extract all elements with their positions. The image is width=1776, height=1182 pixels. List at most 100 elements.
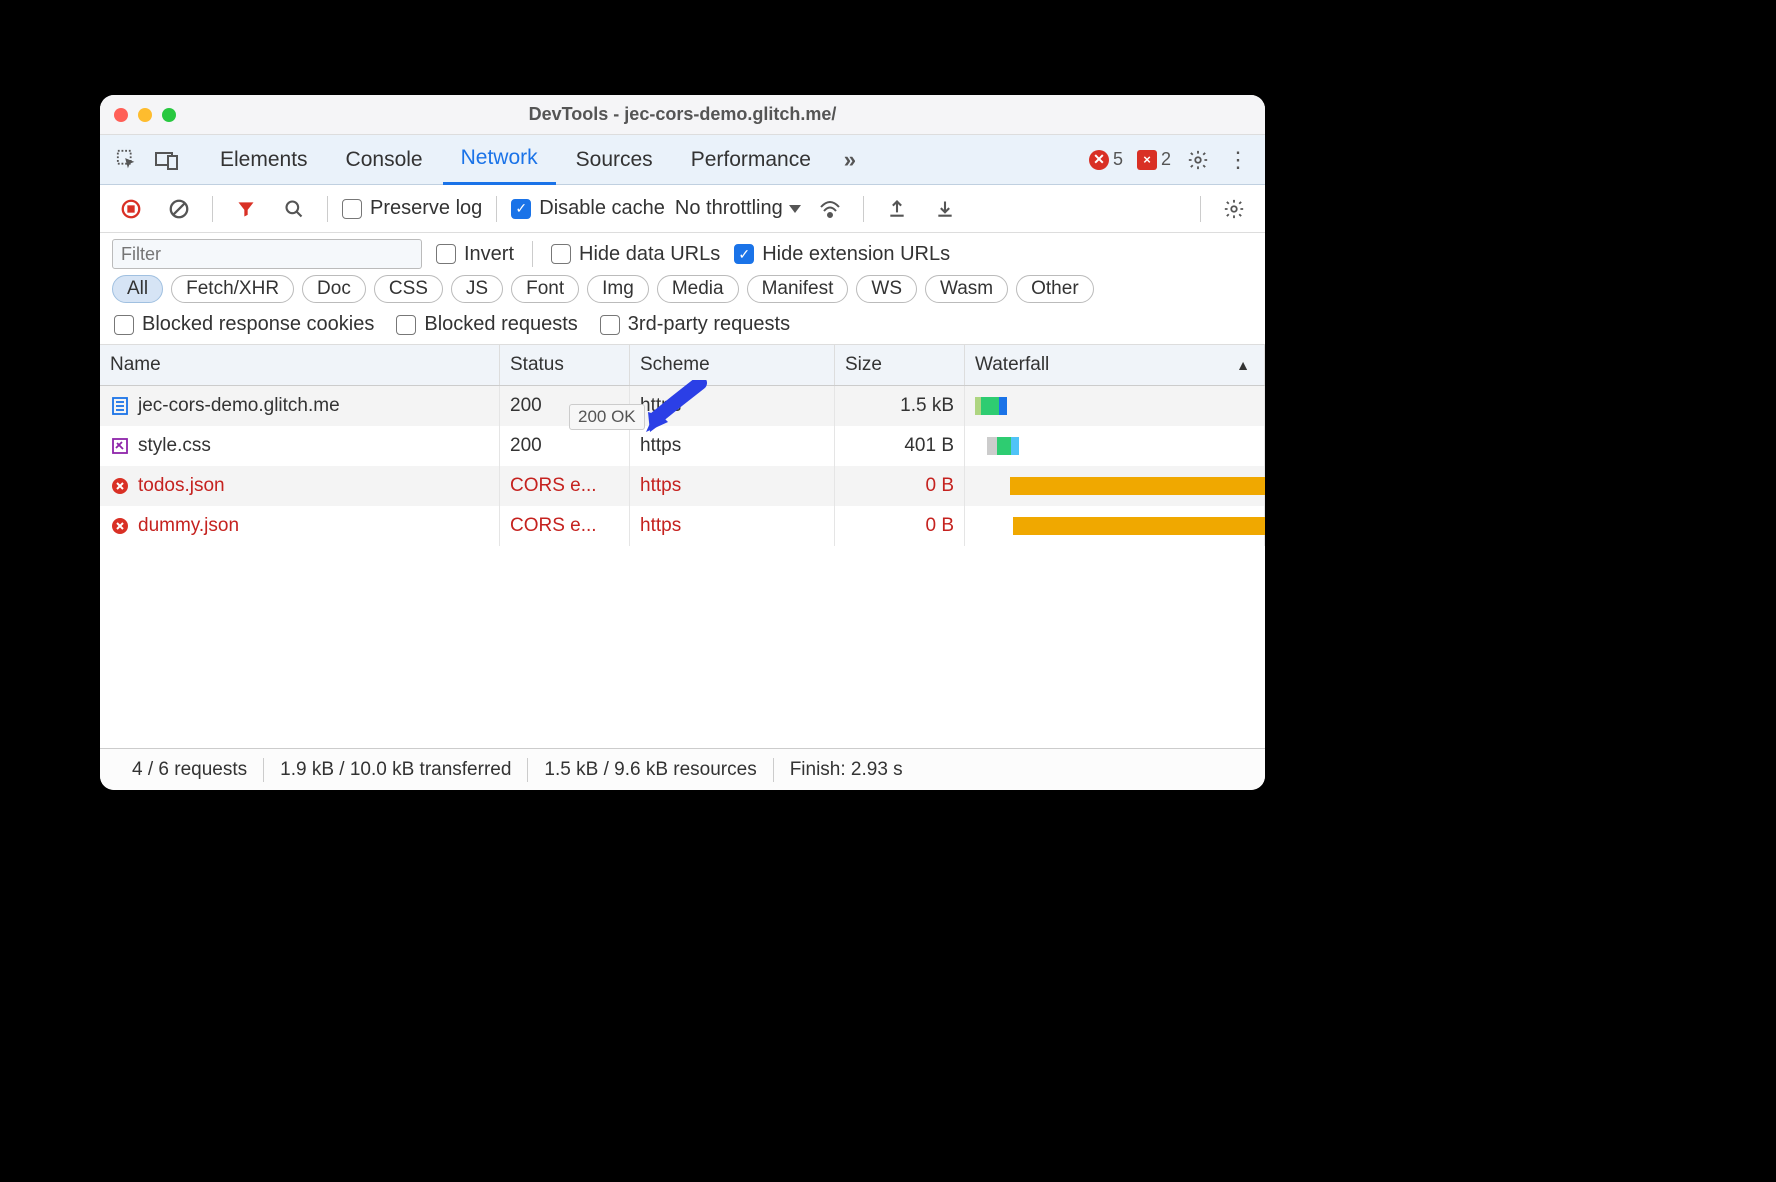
- chip-font[interactable]: Font: [511, 275, 579, 303]
- checkbox-icon: [396, 315, 416, 335]
- import-har-icon[interactable]: [926, 190, 964, 228]
- divider: [532, 241, 533, 267]
- column-status[interactable]: Status: [500, 345, 630, 385]
- divider: [863, 196, 864, 222]
- issue-icon: ×: [1137, 150, 1157, 170]
- clear-button[interactable]: [160, 190, 198, 228]
- maximize-window-button[interactable]: [162, 108, 176, 122]
- tab-elements[interactable]: Elements: [202, 135, 326, 185]
- panel-tabs: Elements Console Network Sources Perform…: [100, 135, 1265, 185]
- row-name: jec-cors-demo.glitch.me: [138, 395, 340, 417]
- chip-img[interactable]: Img: [587, 275, 649, 303]
- row-name: dummy.json: [138, 515, 239, 537]
- filter-row: Invert Hide data URLs ✓ Hide extension U…: [100, 233, 1265, 275]
- column-name[interactable]: Name: [100, 345, 500, 385]
- inspect-element-icon[interactable]: [108, 141, 146, 179]
- record-button[interactable]: [112, 190, 150, 228]
- tab-console[interactable]: Console: [328, 135, 441, 185]
- column-waterfall[interactable]: Waterfall▲: [965, 345, 1265, 385]
- filter-icon[interactable]: [227, 190, 265, 228]
- column-size[interactable]: Size: [835, 345, 965, 385]
- chip-wasm[interactable]: Wasm: [925, 275, 1008, 303]
- waterfall-bar: [987, 437, 997, 455]
- tab-network[interactable]: Network: [443, 135, 556, 185]
- hide-data-urls-label: Hide data URLs: [579, 243, 720, 266]
- error-count: 5: [1113, 149, 1123, 170]
- export-har-icon[interactable]: [878, 190, 916, 228]
- third-party-label: 3rd-party requests: [628, 313, 790, 336]
- settings-icon[interactable]: [1179, 141, 1217, 179]
- minimize-window-button[interactable]: [138, 108, 152, 122]
- chip-other[interactable]: Other: [1016, 275, 1094, 303]
- status-finish: Finish: 2.93 s: [774, 759, 919, 781]
- titlebar: DevTools - jec-cors-demo.glitch.me/: [100, 95, 1265, 135]
- traffic-lights: [114, 108, 176, 122]
- error-badge[interactable]: ✕ 5: [1089, 149, 1123, 170]
- status-transferred: 1.9 kB / 10.0 kB transferred: [264, 759, 527, 781]
- row-status: 200: [500, 426, 630, 466]
- blocked-cookies-checkbox[interactable]: Blocked response cookies: [114, 313, 374, 336]
- row-waterfall: [965, 386, 1265, 426]
- panel-settings-icon[interactable]: [1215, 190, 1253, 228]
- hide-data-urls-checkbox[interactable]: Hide data URLs: [551, 243, 720, 266]
- throttling-select[interactable]: No throttling: [675, 197, 801, 220]
- close-window-button[interactable]: [114, 108, 128, 122]
- chip-js[interactable]: JS: [451, 275, 503, 303]
- device-toggle-icon[interactable]: [148, 141, 186, 179]
- stylesheet-icon: [110, 436, 130, 456]
- checkbox-icon: [114, 315, 134, 335]
- tab-performance[interactable]: Performance: [673, 135, 829, 185]
- chip-doc[interactable]: Doc: [302, 275, 366, 303]
- waterfall-bar: [981, 397, 999, 415]
- divider: [496, 196, 497, 222]
- annotation-arrow-icon: [638, 380, 708, 435]
- status-bar: 4 / 6 requests 1.9 kB / 10.0 kB transfer…: [100, 748, 1265, 790]
- tab-sources[interactable]: Sources: [558, 135, 671, 185]
- network-toolbar: Preserve log ✓ Disable cache No throttli…: [100, 185, 1265, 233]
- chip-fetch-xhr[interactable]: Fetch/XHR: [171, 275, 294, 303]
- blocked-requests-checkbox[interactable]: Blocked requests: [396, 313, 577, 336]
- status-requests: 4 / 6 requests: [116, 759, 263, 781]
- table-row[interactable]: todos.json CORS e... https 0 B: [100, 466, 1265, 506]
- chip-css[interactable]: CSS: [374, 275, 443, 303]
- row-scheme: https: [630, 506, 835, 546]
- column-scheme[interactable]: Scheme: [630, 345, 835, 385]
- error-icon: [110, 516, 130, 536]
- chip-media[interactable]: Media: [657, 275, 739, 303]
- status-resources: 1.5 kB / 9.6 kB resources: [528, 759, 772, 781]
- chip-all[interactable]: All: [112, 275, 163, 303]
- checkbox-checked-icon: ✓: [511, 199, 531, 219]
- preserve-log-label: Preserve log: [370, 197, 482, 220]
- invert-checkbox[interactable]: Invert: [436, 243, 514, 266]
- chip-manifest[interactable]: Manifest: [747, 275, 849, 303]
- checkbox-icon: [342, 199, 362, 219]
- issue-badge[interactable]: × 2: [1137, 149, 1171, 170]
- hide-ext-urls-label: Hide extension URLs: [762, 243, 950, 266]
- table-row[interactable]: dummy.json CORS e... https 0 B: [100, 506, 1265, 546]
- search-icon[interactable]: [275, 190, 313, 228]
- checkbox-icon: [551, 244, 571, 264]
- throttling-value: No throttling: [675, 197, 783, 220]
- waterfall-bar: [1011, 437, 1019, 455]
- third-party-checkbox[interactable]: 3rd-party requests: [600, 313, 790, 336]
- checkbox-checked-icon: ✓: [734, 244, 754, 264]
- disable-cache-checkbox[interactable]: ✓ Disable cache: [511, 197, 665, 220]
- row-waterfall: [965, 466, 1265, 506]
- preserve-log-checkbox[interactable]: Preserve log: [342, 197, 482, 220]
- divider: [1200, 196, 1201, 222]
- hide-extension-urls-checkbox[interactable]: ✓ Hide extension URLs: [734, 243, 950, 266]
- waterfall-bar: [997, 437, 1011, 455]
- chip-ws[interactable]: WS: [856, 275, 917, 303]
- blocked-cookies-label: Blocked response cookies: [142, 313, 374, 336]
- row-name: todos.json: [138, 475, 225, 497]
- kebab-menu-icon[interactable]: ⋮: [1219, 141, 1257, 179]
- checkbox-icon: [436, 244, 456, 264]
- issue-count: 2: [1161, 149, 1171, 170]
- network-conditions-icon[interactable]: [811, 190, 849, 228]
- row-size: 0 B: [835, 466, 965, 506]
- filter-input[interactable]: [112, 239, 422, 269]
- row-status: CORS e...: [500, 466, 630, 506]
- document-icon: [110, 396, 130, 416]
- more-tabs-icon[interactable]: »: [831, 141, 869, 179]
- type-filter-chips: All Fetch/XHR Doc CSS JS Font Img Media …: [100, 275, 1265, 309]
